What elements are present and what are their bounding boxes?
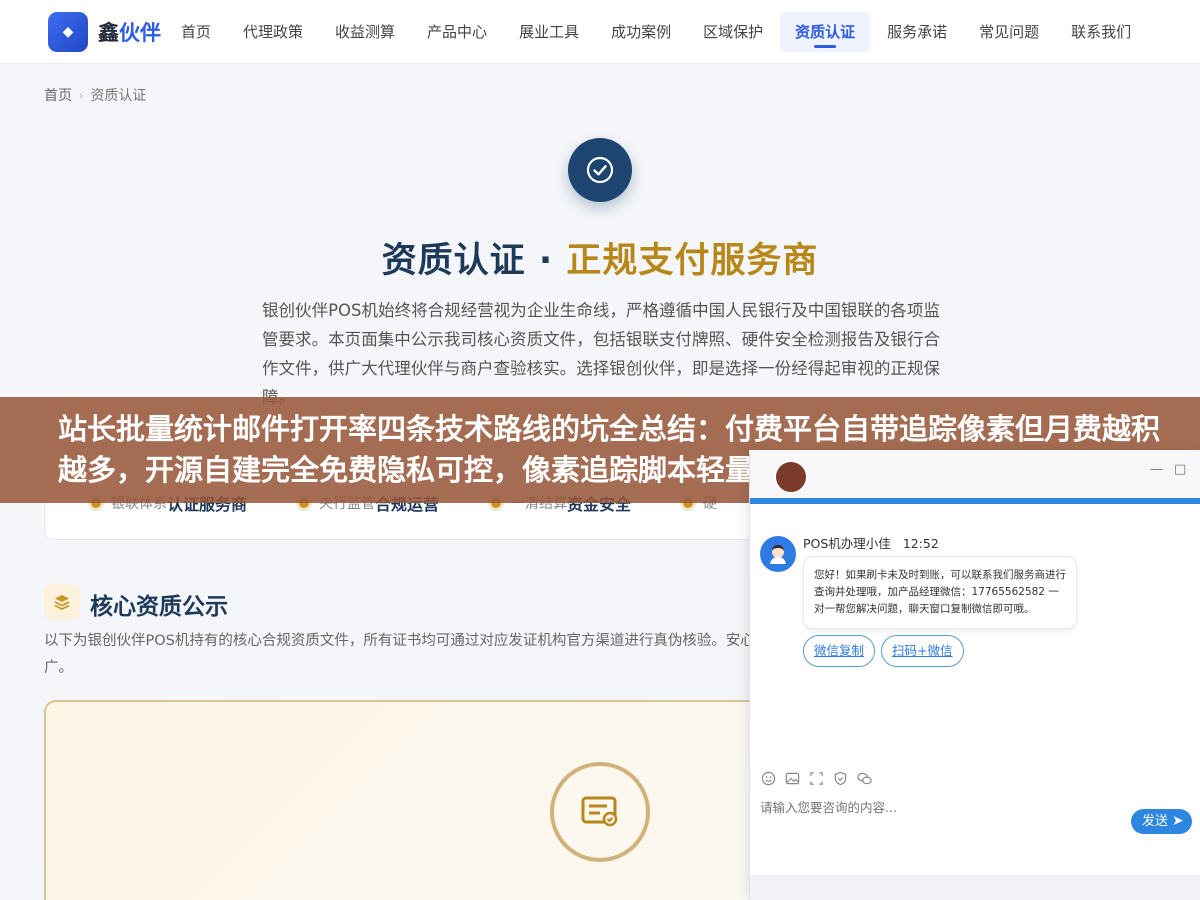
chat-toolbar bbox=[760, 770, 880, 786]
nav-item-qualification[interactable]: 资质认证 bbox=[780, 11, 871, 52]
logo[interactable]: ◆ 鑫伙伴 bbox=[48, 11, 161, 52]
nav-item-policy[interactable]: 代理政策 bbox=[228, 12, 318, 52]
certificate-card[interactable] bbox=[44, 700, 784, 900]
certificate-icon bbox=[550, 762, 650, 862]
top-nav: ◆ 鑫伙伴 首页 代理政策 收益测算 产品中心 展业工具 成功案例 区域保护 资… bbox=[0, 0, 1200, 64]
section-title: 核心资质公示 bbox=[90, 594, 228, 620]
nav-item-contact[interactable]: 联系我们 bbox=[1056, 12, 1146, 52]
breadcrumb: 首页 › 资质认证 bbox=[44, 85, 146, 105]
scan-wechat-button[interactable]: 扫码+微信 bbox=[881, 635, 964, 667]
message-bubble: 您好！如果刷卡未及时到账，可以联系我们服务商进行查询并处理哦，加产品经理微信：1… bbox=[803, 556, 1077, 629]
page-title: 资质认证 · 正规支付服务商 bbox=[0, 232, 1200, 283]
nav-item-earnings[interactable]: 收益测算 bbox=[320, 12, 410, 52]
chat-footer bbox=[750, 875, 1200, 900]
nav-item-region[interactable]: 区域保护 bbox=[688, 12, 778, 52]
maximize-button[interactable]: □ bbox=[1174, 463, 1186, 476]
agent-avatar bbox=[760, 536, 796, 572]
emoji-icon[interactable] bbox=[760, 770, 776, 786]
nav-item-tools[interactable]: 展业工具 bbox=[504, 12, 594, 52]
chat-header: — □ bbox=[750, 450, 1200, 504]
message-meta: POS机办理小佳 12:52 bbox=[803, 533, 939, 552]
logo-mark: ◆ bbox=[48, 11, 88, 52]
breadcrumb-separator: › bbox=[79, 88, 84, 102]
page-title-main: 资质认证 · bbox=[381, 241, 567, 281]
rating-icon[interactable] bbox=[832, 770, 848, 786]
minimize-button[interactable]: — bbox=[1150, 463, 1163, 476]
page-title-highlight: 正规支付服务商 bbox=[566, 241, 819, 281]
agent-name: POS机办理小佳 bbox=[803, 536, 891, 551]
chat-input[interactable] bbox=[760, 800, 1090, 815]
main-menu: 首页 代理政策 收益测算 产品中心 展业工具 成功案例 区域保护 资质认证 服务… bbox=[165, 11, 1147, 52]
header-avatar bbox=[774, 460, 808, 494]
send-button[interactable]: 发送 ➤ bbox=[1131, 809, 1192, 834]
nav-item-service[interactable]: 服务承诺 bbox=[872, 12, 962, 52]
section-description: 以下为银创伙伴POS机持有的核心合规资质文件，所有证书均可通过对应发证机构官方渠… bbox=[44, 633, 770, 676]
chat-widget: — □ POS机办理小佳 12:52 您好！如果刷卡未及时到账，可以联系我们服务商… bbox=[749, 450, 1200, 900]
screenshot-icon[interactable] bbox=[808, 770, 824, 786]
window-controls: — □ bbox=[1138, 463, 1186, 476]
nav-item-home[interactable]: 首页 bbox=[166, 12, 226, 52]
breadcrumb-current: 资质认证 bbox=[90, 88, 147, 104]
breadcrumb-home[interactable]: 首页 bbox=[44, 85, 72, 105]
nav-item-faq[interactable]: 常见问题 bbox=[964, 12, 1054, 52]
image-icon[interactable] bbox=[784, 770, 800, 786]
message-time: 12:52 bbox=[902, 536, 939, 551]
page-intro: 银创伙伴POS机始终将合规经营视为企业生命线，严格遵循中国人民银行及中国银联的各… bbox=[262, 301, 940, 407]
brand-name: 鑫伙伴 bbox=[98, 20, 161, 45]
wechat-icon[interactable] bbox=[856, 770, 872, 786]
nav-item-cases[interactable]: 成功案例 bbox=[596, 12, 686, 52]
copy-wechat-button[interactable]: 微信复制 bbox=[803, 635, 876, 667]
send-label: 发送 bbox=[1142, 814, 1169, 829]
nav-item-products[interactable]: 产品中心 bbox=[412, 12, 502, 52]
quick-actions: 微信复制 扫码+微信 bbox=[803, 635, 970, 667]
layers-icon bbox=[44, 584, 80, 620]
send-icon: ➤ bbox=[1172, 813, 1184, 829]
check-circle-icon bbox=[568, 138, 632, 202]
